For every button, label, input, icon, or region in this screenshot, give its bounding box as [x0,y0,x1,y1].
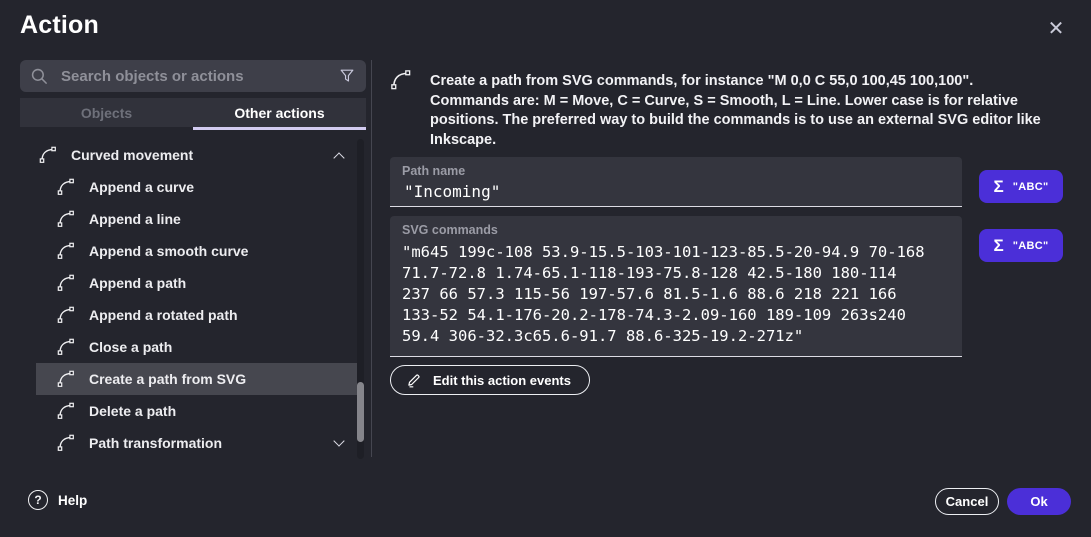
list-item-close-a-path[interactable]: Close a path [36,331,358,363]
list-item-label: Append a line [89,211,181,227]
help-label: Help [58,493,87,508]
panel-divider [371,60,372,457]
list-item-label: Delete a path [89,403,176,419]
list-item-append-a-curve[interactable]: Append a curve [36,171,358,203]
bezier-curve-icon [56,401,76,421]
path-name-label: Path name [402,164,465,178]
sigma-icon: Σ [994,236,1004,256]
list-item-label: Close a path [89,339,172,355]
tab-bar: Objects Other actions [20,98,366,127]
expression-button-label: "ABC" [1013,240,1049,252]
cancel-button[interactable]: Cancel [935,488,999,515]
list-item-append-a-rotated-path[interactable]: Append a rotated path [36,299,358,331]
tab-objects[interactable]: Objects [20,98,193,127]
search-input[interactable] [59,67,338,86]
list-item-label: Path transformation [89,435,222,451]
scrollbar-thumb[interactable] [357,382,364,442]
bezier-curve-icon [56,241,76,261]
edit-action-events-label: Edit this action events [433,373,571,388]
sigma-icon: Σ [994,177,1004,197]
ok-button[interactable]: Ok [1007,488,1071,515]
bezier-curve-icon [56,273,76,293]
path-name-expression-button[interactable]: Σ "ABC" [979,170,1063,203]
help-icon: ? [28,490,48,510]
list-item-append-a-path[interactable]: Append a path [36,267,358,299]
edit-action-events-button[interactable]: Edit this action events [390,365,590,395]
bezier-curve-icon [389,68,413,92]
tab-other-actions[interactable]: Other actions [193,98,366,127]
list-item-create-a-path-from-svg[interactable]: Create a path from SVG [36,363,358,395]
close-icon[interactable]: ✕ [1040,12,1072,44]
expression-button-label: "ABC" [1013,181,1049,193]
bezier-curve-icon [56,433,76,453]
list-item-label: Append a curve [89,179,194,195]
pencil-icon [405,371,423,389]
path-name-field: Path name [390,157,962,207]
list-item-label: Append a smooth curve [89,243,248,259]
filter-icon[interactable] [338,67,356,85]
bezier-curve-icon [38,145,58,165]
list-item-label: Create a path from SVG [89,371,246,387]
chevron-down-icon [334,439,344,449]
action-list: Curved movement Append a curve Append a … [36,139,358,459]
action-description: Create a path from SVG commands, for ins… [430,72,1044,150]
dialog-title: Action [20,11,99,40]
scrollbar-track[interactable] [357,139,364,459]
bezier-curve-icon [56,209,76,229]
action-dialog: Action ✕ Objects Other actions Curved mo… [0,0,1091,537]
search-box [20,60,366,92]
bezier-curve-icon [56,369,76,389]
list-item-label: Append a rotated path [89,307,238,323]
svg-commands-input[interactable]: "m645 199c-108 53.9-15.5-103-101-123-85.… [402,242,950,347]
list-item-delete-a-path[interactable]: Delete a path [36,395,358,427]
list-item-path-transformation[interactable]: Path transformation [36,427,358,459]
svg-commands-expression-button[interactable]: Σ "ABC" [979,229,1063,262]
bezier-curve-icon [56,177,76,197]
help-link[interactable]: ? Help [28,490,87,510]
path-name-input[interactable] [402,181,942,202]
search-icon [30,67,49,86]
list-item-curved-movement[interactable]: Curved movement [36,139,358,171]
list-item-append-a-smooth-curve[interactable]: Append a smooth curve [36,235,358,267]
svg-commands-field: SVG commands "m645 199c-108 53.9-15.5-10… [390,216,962,357]
bezier-curve-icon [56,305,76,325]
list-item-append-a-line[interactable]: Append a line [36,203,358,235]
svg-commands-label: SVG commands [402,223,498,237]
list-item-label: Append a path [89,275,186,291]
chevron-up-icon [334,151,344,161]
bezier-curve-icon [56,337,76,357]
list-item-label: Curved movement [71,147,193,163]
